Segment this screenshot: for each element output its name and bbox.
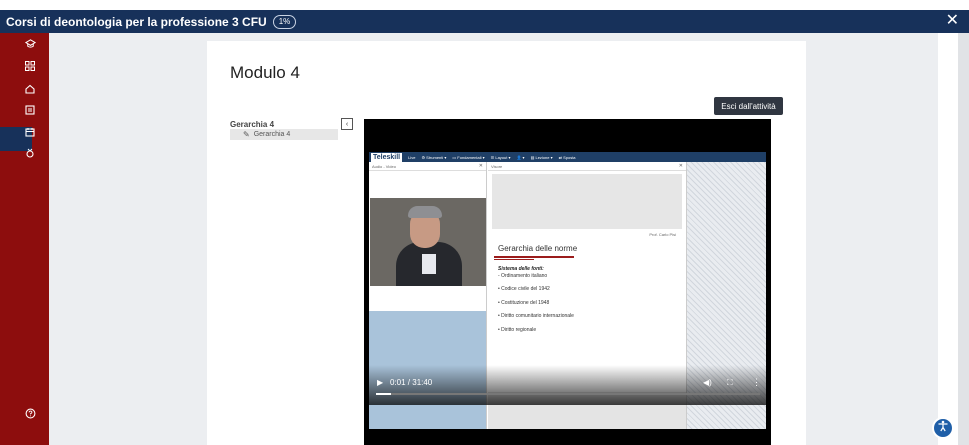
- slide-panel-title: Visore: [491, 163, 503, 169]
- toc-item-label: Gerarchia 4: [253, 131, 291, 138]
- progress-badge: 1%: [272, 14, 297, 29]
- recorded-nav-item: Live: [408, 154, 416, 160]
- slide-list-item: • Diritto regionale: [498, 327, 537, 333]
- top-bar: Corsi di deontologia per la professione …: [0, 10, 969, 33]
- help-icon[interactable]: [24, 407, 36, 419]
- more-options-icon[interactable]: ⋮: [752, 377, 761, 388]
- fullscreen-icon[interactable]: ⛶: [727, 378, 733, 388]
- slide-header-area: [492, 174, 682, 229]
- close-button[interactable]: ✕: [946, 12, 959, 30]
- person-shirt: [422, 254, 436, 274]
- toc-section-title[interactable]: Gerarchia 4: [230, 120, 274, 129]
- recorded-app-logo: Teleskill: [371, 152, 403, 162]
- slide-underline: [494, 256, 574, 258]
- slide-underline: [494, 259, 534, 260]
- person-hair: [408, 206, 442, 218]
- edit-icon: ✎: [243, 130, 250, 139]
- slide-list-item: • Codice civile del 1942: [498, 286, 550, 292]
- badge-icon[interactable]: [24, 147, 36, 159]
- slide-list-item: - Ordinamento italiano: [498, 273, 548, 279]
- collapse-toc-button[interactable]: ‹: [341, 118, 353, 130]
- home-icon[interactable]: [24, 83, 36, 95]
- recorded-nav-item: ⇄ Sposta: [558, 154, 576, 160]
- play-icon[interactable]: ▶: [377, 378, 383, 387]
- slide-title: Gerarchia delle norme: [498, 244, 578, 253]
- top-strip-left: [0, 0, 49, 10]
- video-panel-title: Audio - Video: [372, 163, 396, 169]
- close-icon: ✕: [678, 163, 683, 169]
- slide-author: Prof. Carlo Pisi: [649, 232, 676, 237]
- volume-icon[interactable]: ◀): [703, 378, 712, 387]
- recorded-nav-item: 👤 ▾: [516, 154, 525, 160]
- recorded-nav-item: ▤ Lezione ▾: [530, 154, 553, 160]
- recorded-nav-item: ⚙ Strumenti ▾: [421, 154, 447, 160]
- accessibility-button[interactable]: [932, 417, 954, 439]
- slide-list-item: • Costituzione del 1948: [498, 300, 550, 306]
- video-progress-fill: [376, 393, 392, 395]
- video-panel-header: Audio - Video ✕: [369, 162, 486, 171]
- top-strip-right: [938, 0, 969, 10]
- accessibility-icon: [937, 419, 949, 437]
- slide-list-item: • Diritto comunitario internazionale: [498, 313, 574, 319]
- book-icon[interactable]: [24, 104, 36, 116]
- toc-item[interactable]: ✎ Gerarchia 4: [230, 129, 338, 140]
- course-title: Corsi di deontologia per la professione …: [6, 14, 267, 29]
- page-scrollbar[interactable]: [958, 33, 969, 445]
- video-scrubber[interactable]: [376, 393, 760, 395]
- webcam-feed: [370, 198, 486, 286]
- calendar-icon[interactable]: [24, 126, 36, 138]
- sidebar: [0, 33, 49, 445]
- slide-subtitle: Sistema delle fonti:: [498, 266, 544, 272]
- module-title: Modulo 4: [230, 63, 300, 82]
- exit-activity-button[interactable]: Esci dall'attività: [714, 97, 783, 115]
- close-icon: ✕: [478, 163, 483, 169]
- recorded-nav-item: ▭ Fondamentali ▾: [452, 154, 485, 160]
- time-display: 0:01 / 31:40: [390, 378, 433, 387]
- graduation-cap-icon[interactable]: [24, 37, 36, 49]
- recorded-nav-item: ☰ Layout ▾: [490, 154, 511, 160]
- slide-panel-header: Visore ✕: [488, 162, 686, 171]
- grid-icon[interactable]: [24, 60, 36, 72]
- video-player[interactable]: Teleskill Live ⚙ Strumenti ▾ ▭ Fondament…: [364, 119, 771, 445]
- recorded-app-navbar: Teleskill Live ⚙ Strumenti ▾ ▭ Fondament…: [369, 152, 766, 162]
